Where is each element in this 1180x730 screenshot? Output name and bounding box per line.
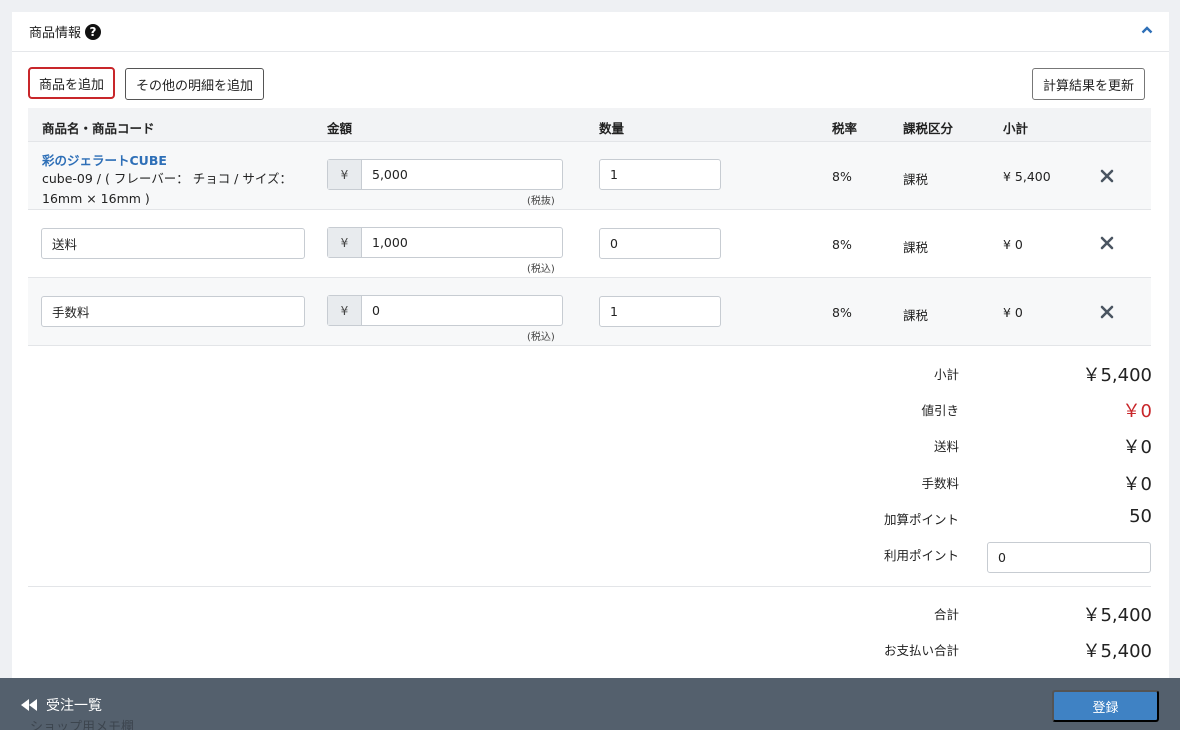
price-input-group[interactable]: ¥ 5,000 bbox=[327, 159, 563, 190]
tax-note: (税抜) bbox=[527, 196, 555, 207]
currency-addon: ¥ bbox=[328, 296, 362, 325]
footer-ghost-text: ショップ用メモ欄 bbox=[30, 720, 135, 730]
use-points-label: 利用ポイント bbox=[883, 548, 959, 563]
subtotal-label: 小計 bbox=[933, 367, 959, 382]
fee-label: 手数料 bbox=[921, 476, 959, 491]
card-title: 商品情報 bbox=[29, 26, 82, 41]
payment-total-label: お支払い合計 bbox=[883, 643, 959, 658]
header-price: 金額 bbox=[327, 121, 353, 136]
row-subtotal-text: ¥ 0 bbox=[1003, 305, 1023, 320]
currency-addon: ¥ bbox=[328, 228, 362, 257]
row-subtotal-text: ¥ 0 bbox=[1003, 237, 1023, 252]
tax-note: (税込) bbox=[527, 264, 555, 275]
tax-type-text: 課税 bbox=[903, 240, 929, 255]
product-name-link[interactable]: 彩のジェラートCUBE bbox=[42, 150, 167, 169]
add-other-item-button[interactable]: その他の明細を追加 bbox=[125, 68, 264, 100]
back-link-label: 受注一覧 bbox=[46, 698, 102, 714]
delete-row-icon[interactable] bbox=[1100, 236, 1114, 250]
shipping-value: ￥0 bbox=[1122, 437, 1152, 458]
item-name-input[interactable]: 送料 bbox=[41, 228, 305, 259]
price-input-group[interactable]: ¥ 1,000 bbox=[327, 227, 563, 258]
table-header: 商品名・商品コード 金額 数量 税率 課税区分 小計 bbox=[28, 108, 1151, 142]
table-row: 手数料 ¥ 0 (税込) 1 8% 課税 ¥ 0 bbox=[28, 278, 1151, 346]
subtotal-value: ￥5,400 bbox=[1082, 365, 1152, 386]
item-name-input[interactable]: 手数料 bbox=[41, 296, 305, 327]
discount-label: 値引き bbox=[921, 403, 959, 418]
header-tax-rate: 税率 bbox=[832, 121, 858, 136]
total-value: ￥5,400 bbox=[1082, 605, 1152, 626]
fee-value: ￥0 bbox=[1122, 474, 1152, 495]
currency-addon: ¥ bbox=[328, 160, 362, 189]
price-input[interactable]: 5,000 bbox=[362, 160, 562, 189]
header-product-name: 商品名・商品コード bbox=[42, 121, 155, 136]
chevron-up-icon[interactable] bbox=[1141, 25, 1153, 35]
footer-bar: ショップ用メモ欄 受注一覧 登録 bbox=[0, 678, 1180, 730]
discount-value: ￥0 bbox=[1122, 401, 1152, 422]
tax-note: (税込) bbox=[527, 332, 555, 343]
tax-type-text: 課税 bbox=[903, 308, 929, 323]
header-subtotal: 小計 bbox=[1003, 121, 1029, 136]
product-option-text: cube-09 / ( フレーバー： チョコ / サイズ： 16mm × 16m… bbox=[42, 171, 292, 206]
tax-rate-text: 8% bbox=[832, 305, 852, 320]
add-points-label: 加算ポイント bbox=[883, 512, 959, 527]
total-label: 合計 bbox=[933, 607, 959, 622]
price-input-group[interactable]: ¥ 0 bbox=[327, 295, 563, 326]
table-row: 送料 ¥ 1,000 (税込) 0 8% 課税 ¥ 0 bbox=[28, 210, 1151, 278]
delete-row-icon[interactable] bbox=[1100, 305, 1114, 319]
use-points-input[interactable]: 0 bbox=[987, 542, 1151, 573]
summary-divider bbox=[28, 586, 1151, 587]
quantity-input[interactable]: 1 bbox=[599, 159, 721, 190]
recalculate-button[interactable]: 計算結果を更新 bbox=[1032, 68, 1145, 100]
price-input[interactable]: 0 bbox=[362, 296, 562, 325]
double-arrow-left-icon bbox=[21, 699, 37, 711]
payment-total-value: ￥5,400 bbox=[1082, 641, 1152, 662]
product-info-card: 商品情報 ? 商品を追加 その他の明細を追加 計算結果を更新 商品名・商品コード… bbox=[12, 12, 1169, 702]
quantity-input[interactable]: 0 bbox=[599, 228, 721, 259]
tax-rate-text: 8% bbox=[832, 237, 852, 252]
header-tax-type: 課税区分 bbox=[903, 121, 954, 136]
table-row: 彩のジェラートCUBE cube-09 / ( フレーバー： チョコ / サイズ… bbox=[28, 142, 1151, 210]
header-quantity: 数量 bbox=[599, 121, 625, 136]
register-button[interactable]: 登録 bbox=[1052, 690, 1159, 722]
row-subtotal-text: ¥ 5,400 bbox=[1003, 169, 1051, 184]
help-icon[interactable]: ? bbox=[85, 23, 102, 40]
back-to-order-list-link[interactable]: 受注一覧 bbox=[21, 695, 102, 715]
quantity-input[interactable]: 1 bbox=[599, 296, 721, 327]
shipping-label: 送料 bbox=[933, 439, 959, 454]
delete-row-icon[interactable] bbox=[1100, 169, 1114, 183]
card-header: 商品情報 ? bbox=[12, 12, 1169, 52]
add-points-value: 50 bbox=[1129, 506, 1152, 527]
price-input[interactable]: 1,000 bbox=[362, 228, 562, 257]
tax-type-text: 課税 bbox=[903, 172, 929, 187]
tax-rate-text: 8% bbox=[832, 169, 852, 184]
add-product-button[interactable]: 商品を追加 bbox=[28, 67, 115, 99]
